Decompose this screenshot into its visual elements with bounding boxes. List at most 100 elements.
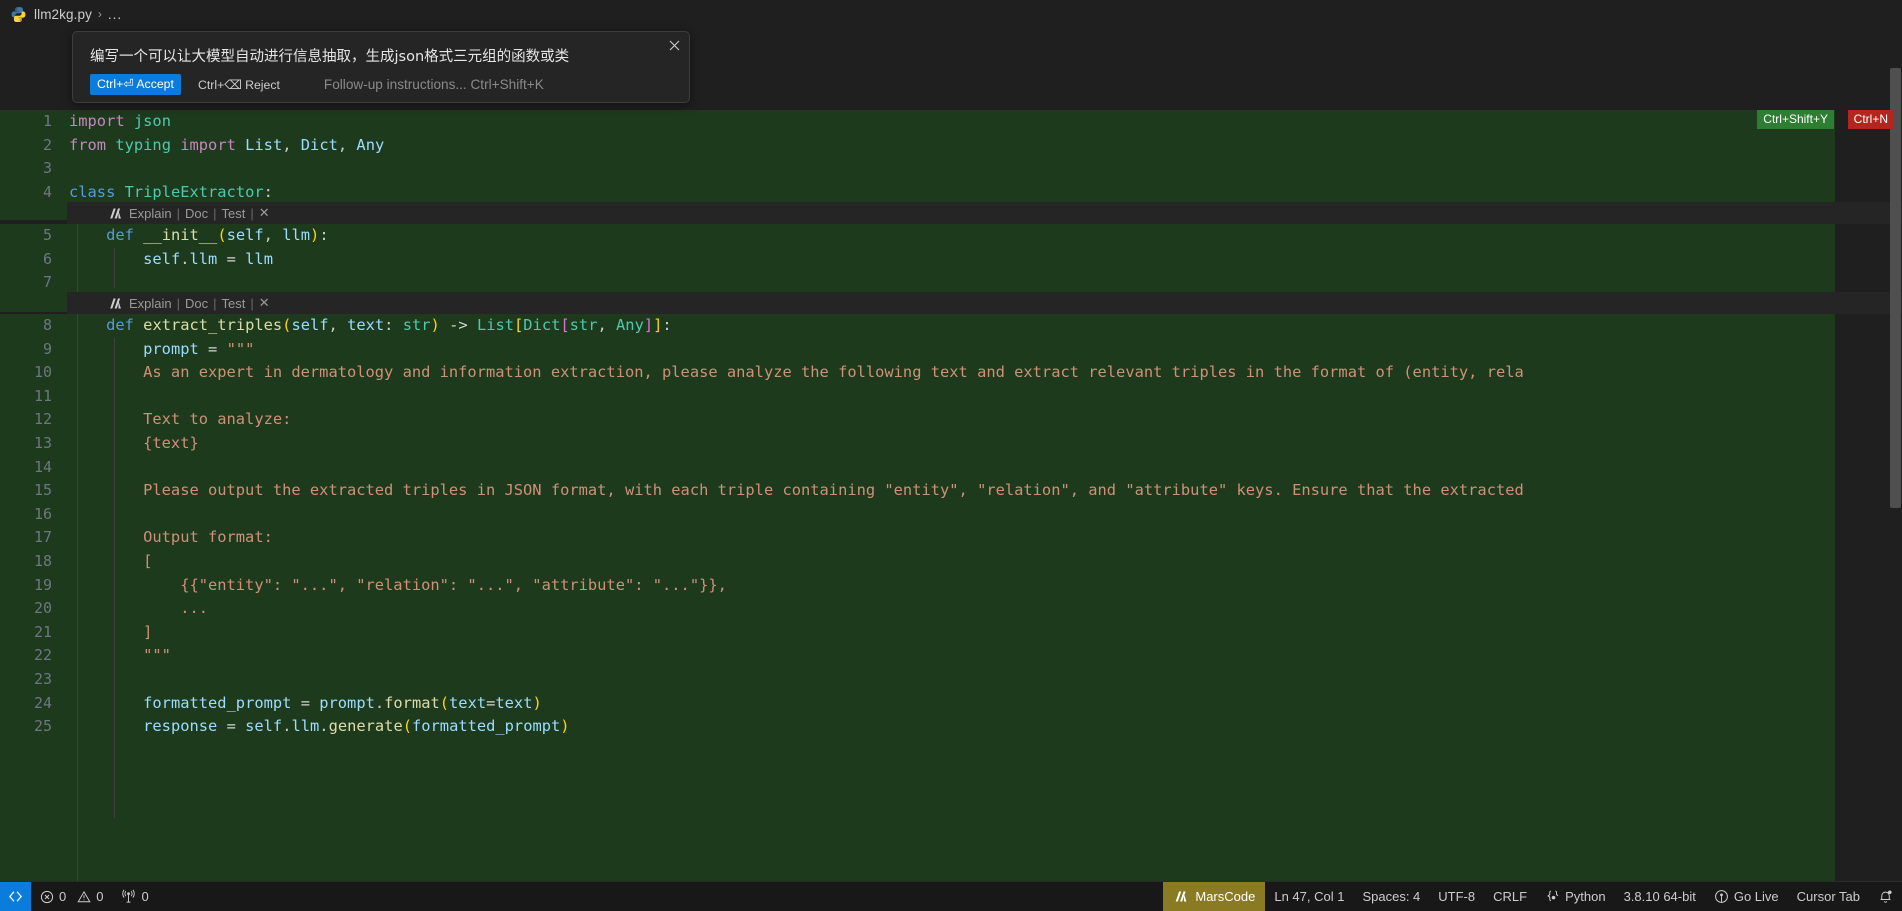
breadcrumb: llm2kg.py › ... — [0, 0, 1902, 28]
line-number: 18 — [33, 552, 52, 570]
codelens-separator: | — [213, 205, 217, 221]
codelens-close-icon[interactable]: ✕ — [259, 205, 270, 221]
line-number: 7 — [42, 273, 52, 292]
line-number: 17 — [33, 528, 52, 547]
code-line-2[interactable]: from typing import List, Dict, Any — [69, 134, 384, 158]
codelens-separator: | — [250, 205, 254, 221]
line-number: 23 — [33, 670, 52, 688]
python-interpreter-status[interactable]: 3.8.10 64-bit — [1615, 882, 1705, 911]
warning-icon — [77, 890, 91, 904]
code-line-17[interactable]: Output format: — [69, 526, 273, 550]
line-number: 13 — [33, 434, 52, 452]
accept-button[interactable]: Ctrl+⏎ Accept — [90, 74, 181, 95]
python-file-icon — [10, 6, 27, 23]
code-line-25[interactable]: response = self.llm.generate(formatted_p… — [69, 715, 569, 739]
inline-chat-popup[interactable]: 编写一个可以让大模型自动进行信息抽取，生成json格式三元组的函数或类 Ctrl… — [72, 31, 690, 103]
line-number: 22 — [33, 646, 52, 665]
code-line-9[interactable]: prompt = """ — [69, 338, 254, 362]
eol-status[interactable]: CRLF — [1484, 882, 1536, 911]
warning-count: 0 — [96, 889, 104, 904]
codelens-explain[interactable]: Explain — [129, 296, 172, 311]
codelens-row-2[interactable]: Explain | Doc | Test | ✕ — [67, 292, 1902, 314]
line-number: 11 — [33, 386, 52, 405]
marscode-label: MarsCode — [1195, 889, 1256, 904]
ports-status[interactable]: 0 — [112, 882, 157, 911]
code-line-15[interactable]: Please output the extracted triples in J… — [69, 479, 1524, 503]
vertical-scrollbar-thumb[interactable] — [1890, 68, 1901, 508]
followup-instructions-hint[interactable]: Follow-up instructions... Ctrl+Shift+K — [324, 77, 544, 92]
line-number: 8 — [42, 316, 52, 334]
remote-window-icon[interactable] — [0, 881, 31, 911]
codelens-close-icon[interactable]: ✕ — [259, 295, 270, 311]
status-bar-left: 0 0 0 — [0, 881, 158, 911]
line-number: 25 — [33, 717, 52, 736]
python-brackets-icon — [1545, 889, 1560, 904]
codelens-doc[interactable]: Doc — [185, 296, 208, 311]
codelens-separator: | — [176, 295, 181, 311]
error-count: 0 — [59, 889, 67, 904]
status-bar: 0 0 0 MarsCode Ln 47, Col 1 Spaces: 4 UT… — [0, 881, 1902, 911]
encoding-status[interactable]: UTF-8 — [1429, 882, 1484, 911]
broadcast-icon — [1714, 889, 1729, 904]
line-number: 10 — [33, 363, 52, 382]
code-line-18[interactable]: [ — [69, 550, 152, 574]
problems-status[interactable]: 0 0 — [31, 882, 112, 911]
line-number: 9 — [42, 339, 52, 358]
code-line-5[interactable]: def __init__(self, llm): — [69, 224, 329, 248]
code-line-19[interactable]: {{"entity": "...", "relation": "...", "a… — [69, 574, 727, 598]
line-number: 16 — [33, 504, 52, 523]
language-label: Python — [1565, 889, 1606, 904]
line-number: 1 — [42, 112, 52, 130]
line-number: 15 — [33, 481, 52, 500]
inline-chat-prompt-text: 编写一个可以让大模型自动进行信息抽取，生成json格式三元组的函数或类 — [90, 49, 570, 65]
indentation-status[interactable]: Spaces: 4 — [1353, 882, 1429, 911]
line-number: 4 — [42, 182, 52, 201]
next-change-badge[interactable]: Ctrl+N — [1847, 110, 1894, 129]
line-number: 20 — [33, 599, 52, 618]
code-line-24[interactable]: formatted_prompt = prompt.format(text=te… — [69, 692, 542, 716]
codelens-separator: | — [213, 295, 217, 311]
code-line-6[interactable]: self.llm = llm — [69, 248, 273, 272]
accept-all-badge[interactable]: Ctrl+Shift+Y — [1757, 110, 1834, 129]
code-line-1[interactable]: import json — [69, 110, 171, 134]
radio-tower-icon — [121, 889, 136, 904]
codelens-separator: | — [250, 295, 254, 311]
close-icon[interactable] — [665, 36, 683, 54]
code-line-8[interactable]: def extract_triples(self, text: str) -> … — [69, 314, 672, 338]
line-number: 12 — [33, 410, 52, 429]
code-line-22[interactable]: """ — [69, 644, 171, 668]
language-mode-status[interactable]: Python — [1536, 882, 1614, 911]
cursor-tab-status[interactable]: Cursor Tab — [1788, 882, 1869, 911]
breadcrumb-file[interactable]: llm2kg.py — [34, 7, 92, 22]
codelens-separator: | — [176, 205, 181, 221]
marscode-icon — [1173, 890, 1189, 903]
code-line-21[interactable]: ] — [69, 621, 152, 645]
line-number: 6 — [42, 249, 52, 268]
codelens-test[interactable]: Test — [222, 296, 246, 311]
breadcrumb-more[interactable]: ... — [108, 7, 122, 22]
reject-button[interactable]: Ctrl+⌫ Reject — [198, 78, 280, 92]
bell-dot-icon — [1878, 889, 1893, 904]
code-line-4[interactable]: class TripleExtractor: — [69, 181, 273, 205]
marscode-icon — [108, 207, 123, 220]
go-live-status[interactable]: Go Live — [1705, 882, 1788, 911]
codelens-doc[interactable]: Doc — [185, 206, 208, 221]
cursor-position-status[interactable]: Ln 47, Col 1 — [1265, 882, 1353, 911]
line-number: 19 — [33, 575, 52, 594]
go-live-label: Go Live — [1733, 889, 1779, 904]
code-line-20[interactable]: ... — [69, 597, 208, 621]
code-line-12[interactable]: Text to analyze: — [69, 408, 291, 432]
code-line-13[interactable]: {text} — [69, 432, 199, 456]
ports-count: 0 — [141, 889, 149, 904]
marscode-status[interactable]: MarsCode — [1163, 881, 1266, 911]
codelens-test[interactable]: Test — [222, 206, 246, 221]
code-line-10[interactable]: As an expert in dermatology and informat… — [69, 361, 1524, 385]
breadcrumb-separator: › — [97, 7, 102, 21]
notifications-status[interactable] — [1869, 882, 1902, 911]
error-icon — [40, 890, 54, 904]
codelens-explain[interactable]: Explain — [129, 206, 172, 221]
code-editor[interactable]: 1 2 3 4 5 6 7 8 9 10 11 12 13 14 15 16 1… — [0, 28, 1902, 881]
line-number: 2 — [42, 135, 52, 154]
vertical-scrollbar[interactable] — [1888, 28, 1902, 881]
codelens-row-1[interactable]: Explain | Doc | Test | ✕ — [67, 202, 1902, 224]
